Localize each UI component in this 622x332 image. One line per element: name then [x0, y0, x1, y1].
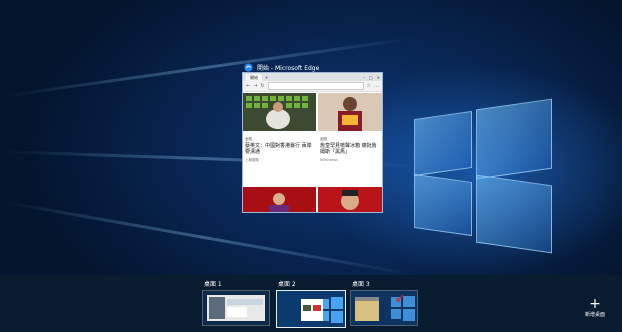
windows-logo-pane [476, 174, 552, 254]
favorites-icon[interactable]: ☆ [367, 83, 371, 89]
news-image [318, 93, 382, 131]
edge-window-thumbnail[interactable]: 開始 + – □ ✕ ← → ↻ ☆ … 遊戲 蔡英文：中國對香港暴行 兩岸要溝… [242, 72, 383, 213]
desktop-label: 桌面 1 [204, 281, 222, 288]
edge-icon [244, 62, 253, 72]
tab-bar: 開始 + – □ ✕ [243, 73, 382, 81]
news-headline[interactable]: 蔡英文：中國對香港暴行 兩岸要溝通 [245, 143, 314, 155]
desktop-3[interactable]: 桌面 3 [350, 279, 418, 326]
desktop-preview-image [203, 291, 269, 325]
news-category: 遊戲 [320, 137, 327, 141]
windows-logo-pane [414, 110, 472, 177]
desktop-preview[interactable] [202, 290, 270, 326]
desktop-label: 桌面 3 [352, 281, 370, 288]
new-tab-icon[interactable]: + [265, 75, 268, 80]
back-icon[interactable]: ← [246, 83, 250, 89]
refresh-icon[interactable]: ↻ [260, 83, 264, 89]
plus-icon: + [589, 296, 601, 312]
forward-icon[interactable]: → [253, 83, 257, 89]
desktop-preview-image [277, 291, 345, 327]
news-source: 上報觀點 [245, 158, 259, 162]
desktop-preview[interactable] [350, 290, 418, 326]
address-input[interactable] [267, 82, 364, 90]
menu-icon[interactable]: … [374, 83, 379, 89]
news-headline[interactable]: 詹皇罕見嗆聲冰箱 痛批詹姆斯「黑馬」 [320, 143, 380, 155]
desktop-2[interactable]: 桌面 2 [276, 279, 346, 328]
desktop-preview[interactable] [276, 290, 346, 328]
news-card[interactable]: 遊戲 詹皇罕見嗆聲冰箱 痛批詹姆斯「黑馬」 NOWnews [318, 93, 382, 185]
news-feed: 遊戲 蔡英文：中國對香港暴行 兩岸要溝通 上報觀點 遊戲 詹皇罕見嗆聲冰箱 痛批… [243, 93, 382, 212]
browser-tab[interactable]: 開始 [246, 73, 262, 81]
address-bar: ← → ↻ ☆ … [243, 81, 382, 92]
desktop-1[interactable]: 桌面 1 [202, 279, 270, 326]
windows-logo-pane [414, 173, 472, 237]
maximize-icon[interactable]: □ [369, 75, 373, 80]
windows-logo-pane [476, 98, 552, 180]
news-image [243, 187, 316, 212]
news-source: NOWnews [320, 158, 338, 162]
virtual-desktops-bar: 桌面 1 桌面 2 桌面 3 + 新增桌面 [0, 275, 622, 332]
close-icon[interactable]: ✕ [377, 75, 380, 80]
desktop-preview-image [351, 291, 417, 325]
window-controls: – □ ✕ [363, 75, 382, 80]
news-card[interactable] [318, 187, 382, 212]
window-title: 開始 - Microsoft Edge [257, 64, 320, 72]
news-image [318, 187, 382, 212]
minimize-icon[interactable]: – [363, 75, 365, 80]
news-card[interactable]: 遊戲 蔡英文：中國對香港暴行 兩岸要溝通 上報觀點 [243, 93, 316, 185]
news-image [243, 93, 316, 131]
new-desktop-button[interactable]: + 新增桌面 [578, 297, 612, 318]
news-category: 遊戲 [245, 137, 252, 141]
new-desktop-label: 新增桌面 [584, 312, 605, 318]
news-card[interactable] [243, 187, 316, 212]
desktop-label: 桌面 2 [278, 281, 296, 288]
